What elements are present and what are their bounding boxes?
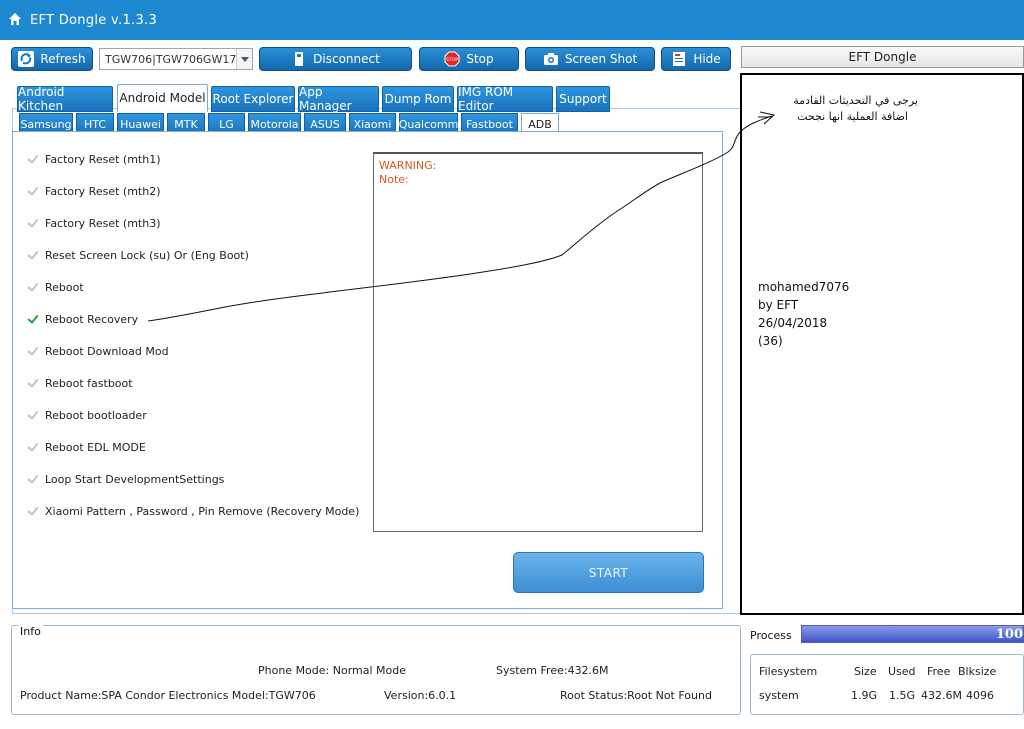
- option-xiaomi-pattern-remove[interactable]: Xiaomi Pattern , Password , Pin Remove (…: [27, 503, 359, 519]
- option-reboot[interactable]: Reboot: [27, 279, 84, 295]
- option-label: Reboot Recovery: [45, 312, 139, 326]
- option-label: Reboot bootloader: [45, 408, 147, 422]
- checkbox[interactable]: [27, 217, 39, 229]
- signature-by: by EFT: [758, 298, 799, 312]
- tab-support[interactable]: Support: [556, 86, 610, 112]
- option-loop-start-development-settings[interactable]: Loop Start DevelopmentSettings: [27, 471, 224, 487]
- stop-sign-icon: STOP: [444, 51, 460, 67]
- app-window: { "app": { "title": "EFT Dongle v.1.3.3"…: [0, 0, 1024, 729]
- title-bar: EFT Dongle v.1.3.3: [0, 0, 1024, 40]
- device-select[interactable]: TGW706|TGW706GW17: [99, 48, 253, 70]
- option-label: Factory Reset (mth3): [45, 216, 161, 230]
- option-label: Factory Reset (mth1): [45, 152, 161, 166]
- info-version: Version:6.0.1: [384, 689, 457, 702]
- fs-header-free: Free: [927, 665, 951, 678]
- refresh-button[interactable]: Refresh: [11, 47, 93, 71]
- fs-header-size: Size: [854, 665, 877, 678]
- option-label: Reboot: [45, 280, 84, 294]
- stop-label: Stop: [466, 52, 494, 66]
- info-root-status: Root Status:Root Not Found: [560, 689, 712, 702]
- option-reboot-download-mod[interactable]: Reboot Download Mod: [27, 343, 169, 359]
- log-warning-line: WARNING:: [379, 159, 437, 172]
- option-reboot-edl-mode[interactable]: Reboot EDL MODE: [27, 439, 146, 455]
- fs-header-filesystem: Filesystem: [759, 665, 818, 678]
- filesystem-panel: [750, 654, 1024, 715]
- checkbox[interactable]: [27, 313, 39, 325]
- arabic-note-line2: اضافة العملية انها نجحت: [797, 110, 908, 123]
- progress-percent: 100: [995, 627, 1023, 642]
- chevron-down-icon[interactable]: [236, 49, 252, 69]
- tab-dump-rom[interactable]: Dump Rom: [382, 86, 454, 112]
- checkbox[interactable]: [27, 281, 39, 293]
- process-label: Process: [750, 629, 792, 642]
- stop-button[interactable]: STOP Stop: [419, 47, 519, 71]
- camera-icon: [543, 53, 558, 65]
- tab-root-explorer[interactable]: Root Explorer: [211, 86, 295, 112]
- fs-header-used: Used: [888, 665, 916, 678]
- hide-label: Hide: [693, 52, 721, 66]
- usb-drive-icon: [295, 52, 304, 66]
- fs-row-used: 1.5G: [889, 689, 916, 702]
- hide-window-icon: [673, 52, 686, 66]
- log-output[interactable]: WARNING: Note:: [373, 152, 703, 532]
- info-system-free: System Free:432.6M: [496, 664, 609, 677]
- checkbox[interactable]: [27, 409, 39, 421]
- svg-text:STOP: STOP: [446, 57, 458, 63]
- tab-img-rom-editor[interactable]: IMG ROM Editor: [457, 85, 553, 113]
- option-factory-reset-mth1[interactable]: Factory Reset (mth1): [27, 151, 160, 167]
- fs-row-filesystem: system: [759, 689, 799, 702]
- option-reboot-bootloader[interactable]: Reboot bootloader: [27, 407, 147, 423]
- info-product: Product Name:SPA Condor Electronics Mode…: [20, 689, 316, 702]
- checkbox[interactable]: [27, 185, 39, 197]
- tab-android-kitchen[interactable]: Android Kitchen: [17, 85, 113, 113]
- window-title: EFT Dongle v.1.3.3: [30, 13, 158, 28]
- option-reboot-fastboot[interactable]: Reboot fastboot: [27, 375, 133, 391]
- info-phone-mode: Phone Mode: Normal Mode: [258, 664, 407, 677]
- screenshot-label: Screen Shot: [564, 52, 638, 66]
- refresh-label: Refresh: [40, 52, 86, 66]
- process-progress-bar: 100: [801, 625, 1024, 643]
- disconnect-button[interactable]: Disconnect: [259, 47, 412, 71]
- checkbox[interactable]: [27, 249, 39, 261]
- arabic-note-line1: يرجى في التحديثات القادمة: [793, 94, 918, 107]
- checkbox[interactable]: [27, 345, 39, 357]
- signature-date: 26/04/2018: [758, 316, 828, 330]
- start-button[interactable]: START: [513, 552, 704, 593]
- option-factory-reset-mth3[interactable]: Factory Reset (mth3): [27, 215, 160, 231]
- checkbox[interactable]: [27, 153, 39, 165]
- fs-row-free: 432.6M: [921, 689, 962, 702]
- device-select-value: TGW706|TGW706GW17: [105, 53, 237, 66]
- checkbox[interactable]: [27, 441, 39, 453]
- checkbox[interactable]: [27, 377, 39, 389]
- fs-header-blksize: Blksize: [958, 665, 997, 678]
- fs-row-blksize: 4096: [966, 689, 994, 702]
- option-label: Xiaomi Pattern , Password , Pin Remove (…: [45, 504, 360, 518]
- progress-fill: [802, 626, 1023, 642]
- option-reset-screen-lock[interactable]: Reset Screen Lock (su) Or (Eng Boot): [27, 247, 249, 263]
- right-panel-title: EFT Dongle: [741, 46, 1024, 68]
- home-icon: [9, 13, 21, 25]
- refresh-icon: [18, 51, 35, 67]
- option-reboot-recovery[interactable]: Reboot Recovery: [27, 311, 138, 327]
- screenshot-button[interactable]: Screen Shot: [525, 47, 655, 71]
- disconnect-label: Disconnect: [313, 52, 380, 66]
- option-factory-reset-mth2[interactable]: Factory Reset (mth2): [27, 183, 160, 199]
- fs-row-size: 1.9G: [851, 689, 878, 702]
- option-label: Reboot Download Mod: [45, 344, 169, 358]
- info-title: Info: [18, 625, 43, 638]
- signature-user: mohamed7076: [758, 280, 850, 294]
- log-note-line: Note:: [379, 173, 409, 186]
- signature-number: (36): [758, 334, 783, 348]
- tab-app-manager[interactable]: App Manager: [298, 85, 379, 113]
- option-label: Factory Reset (mth2): [45, 184, 161, 198]
- checkbox[interactable]: [27, 505, 39, 517]
- hide-button[interactable]: Hide: [661, 47, 731, 71]
- tab-android-model[interactable]: Android Model: [117, 84, 208, 112]
- option-label: Reboot EDL MODE: [45, 440, 146, 454]
- option-label: Reboot fastboot: [45, 376, 133, 390]
- option-label: Loop Start DevelopmentSettings: [45, 472, 225, 486]
- checkbox[interactable]: [27, 473, 39, 485]
- option-label: Reset Screen Lock (su) Or (Eng Boot): [45, 248, 249, 262]
